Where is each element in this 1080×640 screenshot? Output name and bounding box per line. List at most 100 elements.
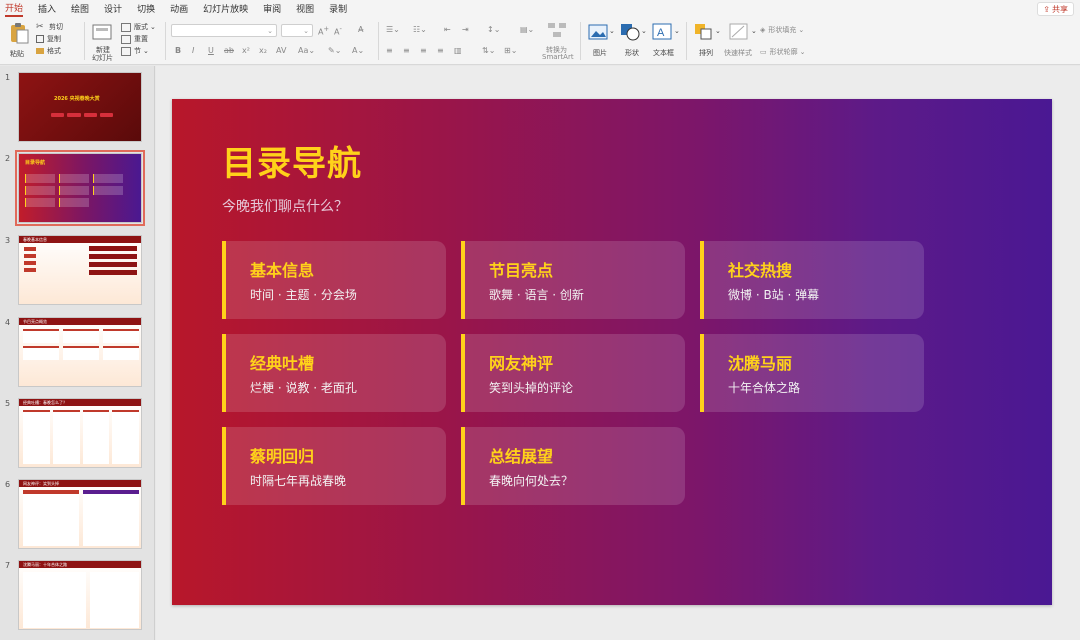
align-text-icon[interactable]: ⊞⌄ [504,46,517,55]
font-size-dropdown[interactable]: ⌄ [281,24,313,37]
font-color-icon[interactable]: A⌄ [352,46,364,55]
tab-record[interactable]: 录制 [329,2,347,15]
section-button[interactable]: 节 ⌄ [121,45,156,57]
paste-label: 粘贴 [10,50,24,58]
tab-animations[interactable]: 动画 [170,2,188,15]
numbering-icon[interactable]: ☷⌄ [413,25,427,34]
strikethrough-icon[interactable]: ab [224,46,234,55]
tab-home[interactable]: 开始 [5,1,24,17]
increase-indent-icon[interactable]: ⇥ [462,25,469,34]
format-label: 格式 [47,47,61,55]
slide-thumbnail-6[interactable]: 网友神评：笑到头掉 [18,479,142,549]
columns-layout-icon[interactable]: ▤⌄ [520,25,534,34]
thumbnail-title: 目录导航 [25,160,46,166]
shape-outline-button[interactable]: ▭ 形状轮廓 ⌄ [760,46,806,58]
layout-button[interactable]: 版式 ⌄ [121,21,156,33]
picture-button[interactable]: ⌄ 图片 [586,21,615,61]
tab-design[interactable]: 设计 [104,2,122,15]
slide-thumbnail-1[interactable]: 2026 央视春晚大赏 [18,72,142,142]
decrease-indent-icon[interactable]: ⇤ [444,25,451,34]
line-spacing-icon[interactable]: ↕⌄ [487,25,500,34]
slide-thumbnail-7[interactable]: 沈腾马丽：十年合体之路 [18,560,142,630]
card-title: 经典吐槽 [250,354,315,373]
slide-thumbnail-5[interactable]: 经典吐槽：春晚怎么了？ [18,398,142,468]
toc-card-cai-ming-return[interactable]: 蔡明回归 时隔七年再战春晚 [222,427,446,505]
cut-button[interactable]: ✂ 剪切 [36,21,63,33]
arrange-label: 排列 [699,49,713,57]
chevron-down-icon: ⌄ [798,26,805,34]
new-slide-button[interactable]: 新建 幻灯片 [88,21,118,62]
tab-slideshow[interactable]: 幻灯片放映 [203,2,248,15]
copy-button[interactable]: 复制 [36,33,63,45]
grow-font-icon[interactable]: A+ [318,25,329,37]
shape-fill-button[interactable]: ◈ 形状填充 ⌄ [760,24,806,36]
columns-icon[interactable]: ▥ [454,46,462,55]
quick-styles-label: 快速样式 [724,49,752,57]
share-button[interactable]: ⇪ 共享 [1037,2,1074,16]
slide-editor-canvas: 目录导航 今晚我们聊点什么？ 基本信息 时间 · 主题 · 分会场 节目亮点 歌… [156,66,1080,640]
superscript-icon[interactable]: x² [242,46,250,55]
tab-transitions[interactable]: 切换 [137,2,155,15]
highlight-icon[interactable]: ✎⌄ [328,46,341,55]
quick-styles-button[interactable]: ⌄ 快速样式 [724,21,757,61]
ribbon-tab-bar: 开始 插入 绘图 设计 切换 动画 幻灯片放映 审阅 视图 录制 [0,0,1080,17]
chevron-down-icon: ⌄ [674,27,680,35]
smartart-button[interactable]: 转换为 SmartArt [540,21,574,61]
bold-icon[interactable]: B [175,46,181,55]
tab-draw[interactable]: 绘图 [71,2,89,15]
thumbnail-title: 春晚基本信息 [23,237,47,242]
toc-card-highlights[interactable]: 节目亮点 歌舞 · 语言 · 创新 [461,241,685,319]
new-slide-icon [92,24,112,40]
align-left-icon[interactable]: ≡ [386,46,393,55]
subscript-icon[interactable]: x₂ [259,46,267,55]
tab-insert[interactable]: 插入 [38,2,56,15]
toc-card-summary[interactable]: 总结展望 春晚向何处去？ [461,427,685,505]
reset-button[interactable]: 重置 [121,33,156,45]
text-direction-icon[interactable]: ⇅⌄ [482,46,495,55]
char-spacing-icon[interactable]: AV [276,46,286,55]
tab-review[interactable]: 审阅 [263,2,281,15]
textbox-button[interactable]: A ⌄ 文本框 [650,21,680,61]
clear-format-icon[interactable]: A̶ [358,25,363,34]
thumbnail-number: 6 [5,480,11,489]
underline-icon[interactable]: U [208,46,214,55]
thumbnail-title: 节目亮点概览 [23,319,47,324]
layout-label: 版式 [134,23,148,31]
slide-thumbnail-3[interactable]: 春晚基本信息 [18,235,142,305]
slide-subtitle[interactable]: 今晚我们聊点什么？ [222,196,348,216]
italic-icon[interactable]: I [192,46,194,55]
toc-card-classic-rants[interactable]: 经典吐槽 烂梗 · 说教 · 老面孔 [222,334,446,412]
toc-card-basic-info[interactable]: 基本信息 时间 · 主题 · 分会场 [222,241,446,319]
card-subtitle: 时间 · 主题 · 分会场 [250,288,357,302]
slide-thumbnail-2[interactable]: 目录导航 [15,150,145,226]
toc-card-netizen-comments[interactable]: 网友神评 笑到头掉的评论 [461,334,685,412]
copy-icon [36,35,44,43]
shrink-font-icon[interactable]: A- [334,25,342,37]
toc-card-shen-teng-ma-li[interactable]: 沈腾马丽 十年合体之路 [700,334,924,412]
align-right-icon[interactable]: ≡ [420,46,427,55]
paste-button[interactable]: 粘贴 [6,22,32,60]
bullets-icon[interactable]: ☰⌄ [386,25,400,34]
chevron-down-icon: ⌄ [267,26,273,35]
card-subtitle: 笑到头掉的评论 [489,381,574,395]
justify-icon[interactable]: ≡ [437,46,444,55]
clipboard-icon [11,23,29,44]
format-painter-button[interactable]: 格式 [36,45,63,57]
thumbnail-columns [23,490,139,546]
font-name-dropdown[interactable]: ⌄ [171,24,277,37]
thumbnail-columns [23,572,139,628]
card-subtitle: 微博 · B站 · 弹幕 [728,288,820,302]
slide-title[interactable]: 目录导航 [222,136,362,185]
card-title: 总结展望 [489,447,554,466]
toc-card-social-trends[interactable]: 社交热搜 微博 · B站 · 弹幕 [700,241,924,319]
card-title: 沈腾马丽 [728,354,793,373]
shape-button[interactable]: ⌄ 形状 [618,21,647,61]
case-icon[interactable]: Aa⌄ [298,46,315,55]
textbox-icon: A [652,23,672,40]
chevron-down-icon: ⌄ [715,27,721,35]
arrange-button[interactable]: ⌄ 排列 [692,21,721,61]
slide-thumbnail-4[interactable]: 节目亮点概览 [18,317,142,387]
tab-view[interactable]: 视图 [296,2,314,15]
align-center-icon[interactable]: ≡ [403,46,410,55]
current-slide[interactable]: 目录导航 今晚我们聊点什么？ 基本信息 时间 · 主题 · 分会场 节目亮点 歌… [172,99,1052,605]
